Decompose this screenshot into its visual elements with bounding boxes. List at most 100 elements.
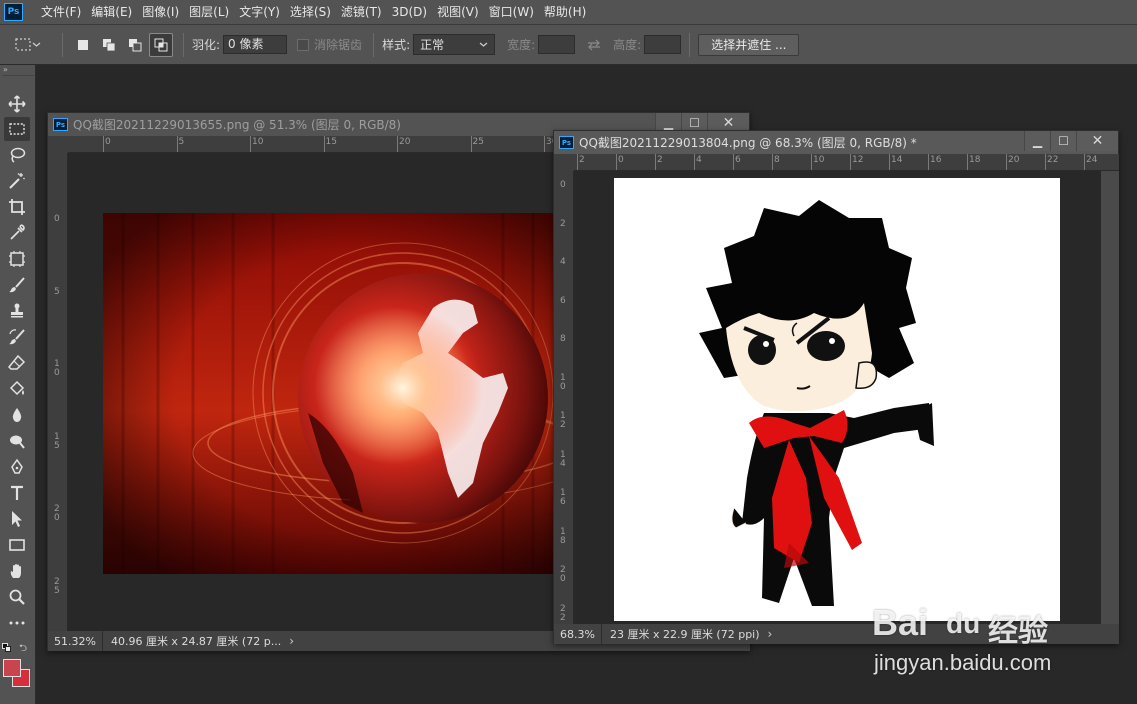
path-selection-tool[interactable]: [4, 507, 30, 531]
eraser-tool[interactable]: [4, 351, 30, 375]
ruler-label: 1 4: [560, 449, 566, 469]
ruler-label: 25: [472, 137, 484, 147]
collapse-panel-icon[interactable]: »: [3, 65, 15, 74]
ruler-corner: [554, 154, 574, 171]
rectangle-tool[interactable]: [4, 533, 30, 557]
ruler-tick: [1084, 154, 1085, 170]
doc1-vertical-ruler: 0 5 1 0 1 5 2 0 2 5: [48, 153, 68, 631]
new-selection-icon[interactable]: [71, 33, 95, 57]
menu-file[interactable]: 文件(F): [37, 0, 87, 25]
ruler-label: 10: [252, 137, 264, 147]
doc2-canvas[interactable]: [614, 178, 1060, 621]
ruler-label: 12: [852, 155, 864, 165]
menu-help[interactable]: 帮助(H): [540, 0, 592, 25]
watermark-url: jingyan.baidu.com: [874, 650, 1052, 675]
eraser-icon: [8, 354, 26, 370]
pen-icon: [11, 458, 23, 474]
marquee-preset-icon[interactable]: [14, 37, 54, 53]
ruler-label: 1 0: [560, 372, 566, 392]
ruler-label: 0: [560, 180, 566, 190]
menu-3d[interactable]: 3D(D): [388, 0, 433, 25]
chevron-down-icon: [479, 42, 488, 47]
menu-bar: Ps 文件(F) 编辑(E) 图像(I) 图层(L) 文字(Y) 选择(S) 滤…: [0, 0, 1137, 25]
toolbar-grip: [2, 75, 34, 76]
maximize-icon[interactable]: ☐: [1050, 131, 1076, 151]
status-arrow-icon[interactable]: ›: [289, 634, 294, 648]
history-brush-tool[interactable]: [4, 325, 30, 349]
foreground-color-swatch[interactable]: [3, 659, 21, 677]
menu-window[interactable]: 窗口(W): [485, 0, 540, 25]
ruler-tick: [470, 136, 472, 152]
ps-doc-icon: Ps: [559, 136, 574, 149]
ruler-tick: [850, 154, 851, 170]
menu-view[interactable]: 视图(V): [433, 0, 485, 25]
rectangle-icon: [9, 539, 25, 551]
edit-toolbar-button[interactable]: [4, 611, 30, 635]
menu-select[interactable]: 选择(S): [286, 0, 337, 25]
stamp-tool[interactable]: [4, 299, 30, 323]
pen-tool[interactable]: [4, 455, 30, 479]
ruler-tick: [733, 154, 734, 170]
options-bar: 羽化: 0 像素 消除锯齿 样式: 正常 宽度: 高度: 选择并遮住 ...: [0, 25, 1137, 65]
intersect-selection-icon[interactable]: [149, 32, 173, 57]
style-select[interactable]: 正常: [413, 34, 496, 55]
doc2-pasteboard[interactable]: [574, 171, 1101, 624]
brush-tool[interactable]: [4, 273, 30, 297]
blur-tool[interactable]: [4, 403, 30, 427]
eyedropper-tool[interactable]: [4, 221, 30, 245]
status-arrow-icon[interactable]: ›: [768, 627, 773, 641]
crop-icon: [9, 199, 25, 215]
ruler-label: 0: [54, 214, 60, 224]
magic-wand-tool[interactable]: [4, 169, 30, 193]
paint-bucket-icon: [9, 380, 25, 396]
menu-type[interactable]: 文字(Y): [235, 0, 286, 25]
zoom-tool[interactable]: [4, 585, 30, 609]
hand-tool[interactable]: [4, 559, 30, 583]
width-input[interactable]: [538, 35, 576, 54]
zoom-icon: [9, 589, 25, 605]
doc2-zoom-level[interactable]: 68.3%: [554, 624, 602, 644]
healing-brush-tool[interactable]: [4, 247, 30, 271]
tools-panel: » ⮌: [0, 65, 36, 704]
paint-bucket-tool[interactable]: [4, 377, 30, 401]
doc1-title: QQ截图20211229013655.png @ 51.3% (图层 0, RG…: [73, 118, 401, 132]
crop-tool[interactable]: [4, 195, 30, 219]
ruler-label: 2: [657, 155, 663, 165]
ruler-tick: [1006, 154, 1007, 170]
dodge-tool[interactable]: [4, 429, 30, 453]
lasso-tool[interactable]: [4, 143, 30, 167]
marquee-tool[interactable]: [4, 117, 30, 141]
feather-input[interactable]: 0 像素: [223, 35, 288, 54]
antialias-checkbox[interactable]: [297, 38, 310, 51]
separator: [373, 32, 375, 57]
swap-colors-icon[interactable]: ⮌: [19, 641, 27, 658]
close-icon[interactable]: ✕: [1076, 131, 1118, 151]
ruler-tick: [967, 154, 968, 170]
ruler-tick: [176, 136, 178, 152]
subtract-selection-icon[interactable]: [123, 33, 147, 57]
ruler-label: 10: [813, 155, 825, 165]
menu-layer[interactable]: 图层(L): [185, 0, 235, 25]
doc1-zoom-level[interactable]: 51.32%: [48, 631, 103, 651]
ruler-tick: [889, 154, 890, 170]
add-selection-icon[interactable]: [97, 33, 121, 57]
doc2-vertical-ruler: 0 2 4 6 8 1 0 1 2 1 4 1 6 1 8 2 0 2 2: [554, 171, 574, 624]
ruler-label: 5: [54, 286, 60, 297]
ruler-label: 1 6: [560, 488, 566, 507]
select-and-mask-button[interactable]: 选择并遮住 ...: [698, 33, 800, 56]
doc2-vertical-scrollbar[interactable]: [1101, 171, 1119, 624]
minimize-icon[interactable]: ▁: [1024, 131, 1050, 151]
document-window-2[interactable]: Ps QQ截图20211229013804.png @ 68.3% (图层 0,…: [553, 130, 1119, 644]
ruler-tick: [928, 154, 929, 170]
ruler-tick: [1045, 154, 1046, 170]
menu-image[interactable]: 图像(I): [138, 0, 185, 25]
move-tool[interactable]: [4, 92, 30, 116]
history-brush-icon: [9, 329, 25, 345]
menu-edit[interactable]: 编辑(E): [87, 0, 138, 25]
swap-dimensions-icon[interactable]: [575, 39, 613, 51]
default-colors-icon[interactable]: [2, 643, 12, 653]
height-input[interactable]: [644, 35, 682, 54]
height-label: 高度:: [613, 38, 642, 52]
type-tool[interactable]: [4, 481, 30, 505]
menu-filter[interactable]: 滤镜(T): [337, 0, 388, 25]
